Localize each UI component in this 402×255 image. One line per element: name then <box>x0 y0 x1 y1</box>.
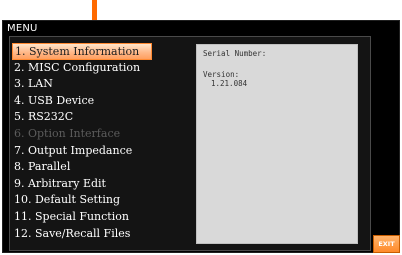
exit-button[interactable]: EXIT <box>373 235 400 253</box>
menu-item-special-function[interactable]: 11. Special Function <box>12 209 188 226</box>
instrument-screen: MENU 1. System Information 2. MISC Confi… <box>2 20 400 253</box>
menu-item-parallel[interactable]: 8. Parallel <box>12 159 188 176</box>
version-label: Version: <box>203 70 240 79</box>
serial-number-label: Serial Number: <box>203 49 267 58</box>
menu-panel: 1. System Information 2. MISC Configurat… <box>9 36 371 251</box>
menu-item-rs232c[interactable]: 5. RS232C <box>12 109 188 126</box>
menu-list: 1. System Information 2. MISC Configurat… <box>12 43 188 242</box>
menu-item-system-information[interactable]: 1. System Information <box>12 43 152 60</box>
menu-item-save-recall-files[interactable]: 12. Save/Recall Files <box>12 226 188 243</box>
menu-item-usb-device[interactable]: 4. USB Device <box>12 93 188 110</box>
menu-item-arbitrary-edit[interactable]: 9. Arbitrary Edit <box>12 176 188 193</box>
system-info-panel: Serial Number: Version: 1.21.084 <box>196 44 358 244</box>
menu-item-misc-configuration[interactable]: 2. MISC Configuration <box>12 60 188 77</box>
menu-item-default-setting[interactable]: 10. Default Setting <box>12 192 188 209</box>
version-value: 1.21.084 <box>211 79 248 88</box>
menu-title: MENU <box>7 23 38 34</box>
menu-item-lan[interactable]: 3. LAN <box>12 76 188 93</box>
menu-item-option-interface: 6. Option Interface <box>14 126 121 140</box>
menu-item-output-impedance[interactable]: 7. Output Impedance <box>12 143 188 160</box>
